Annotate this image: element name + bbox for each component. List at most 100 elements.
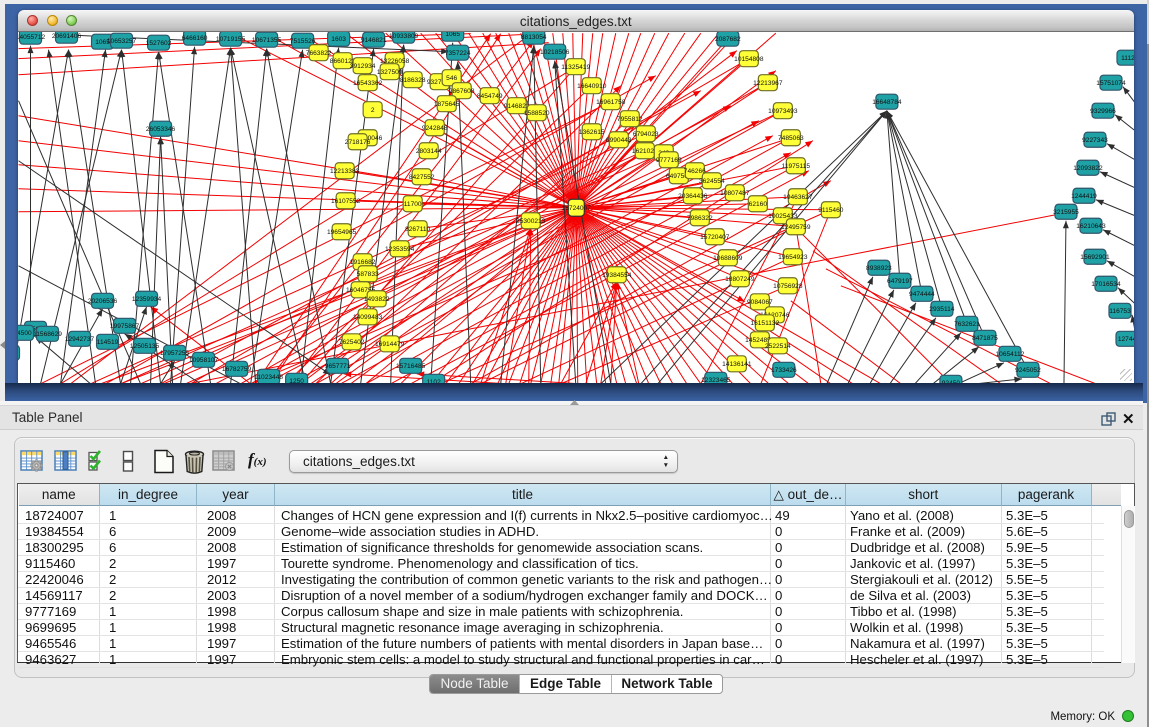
svg-text:7986322: 7986322 xyxy=(686,214,712,221)
svg-text:12505135: 12505135 xyxy=(129,343,159,350)
svg-text:1588520: 1588520 xyxy=(523,109,549,116)
svg-text:2803144: 2803144 xyxy=(415,147,441,154)
svg-text:19384554: 19384554 xyxy=(602,271,632,278)
svg-text:84500: 84500 xyxy=(18,330,32,337)
svg-text:10654112: 10654112 xyxy=(995,351,1024,358)
svg-text:17957255: 17957255 xyxy=(159,350,189,357)
svg-text:2867608: 2867608 xyxy=(448,87,474,94)
svg-text:10933809: 10933809 xyxy=(389,32,419,39)
svg-text:12213383: 12213383 xyxy=(329,167,359,174)
svg-text:12942737: 12942737 xyxy=(64,336,94,343)
svg-text:15716485: 15716485 xyxy=(396,363,426,370)
svg-text:9329966: 9329966 xyxy=(1090,107,1116,114)
svg-text:10653257: 10653257 xyxy=(106,37,136,44)
svg-text:8267110: 8267110 xyxy=(405,225,431,232)
svg-text:8813054: 8813054 xyxy=(520,33,546,40)
svg-text:2522514: 2522514 xyxy=(765,343,791,350)
svg-text:10688609: 10688609 xyxy=(713,254,743,261)
svg-text:7955812: 7955812 xyxy=(616,115,642,122)
svg-text:6466160: 6466160 xyxy=(181,34,207,41)
svg-text:7632621: 7632621 xyxy=(954,321,980,328)
svg-text:7625402: 7625402 xyxy=(338,339,364,346)
svg-text:25300213: 25300213 xyxy=(516,217,546,224)
svg-text:116753: 116753 xyxy=(1109,307,1131,314)
svg-text:26053346: 26053346 xyxy=(145,125,175,132)
svg-text:9084067: 9084067 xyxy=(746,298,772,305)
svg-text:18724007: 18724007 xyxy=(561,204,591,211)
svg-text:10719155: 10719155 xyxy=(215,35,245,42)
svg-text:9146821: 9146821 xyxy=(360,36,386,43)
svg-text:1493822: 1493822 xyxy=(363,295,389,302)
svg-text:2935114: 2935114 xyxy=(929,305,955,312)
svg-text:1875645: 1875645 xyxy=(433,100,459,107)
svg-text:11700: 11700 xyxy=(403,200,421,207)
svg-text:20206536: 20206536 xyxy=(87,297,117,304)
svg-text:6794023: 6794023 xyxy=(632,130,658,137)
svg-text:16107552: 16107552 xyxy=(330,197,360,204)
svg-text:18807249: 18807249 xyxy=(725,275,755,282)
svg-text:9657771: 9657771 xyxy=(324,363,350,370)
svg-text:19654923: 19654923 xyxy=(778,253,808,260)
svg-text:16543362: 16543362 xyxy=(352,79,382,86)
svg-text:15720407: 15720407 xyxy=(700,233,730,240)
svg-text:16648784: 16648784 xyxy=(872,98,902,105)
svg-text:6479197: 6479197 xyxy=(887,277,913,284)
svg-text:1362615: 1362615 xyxy=(578,128,604,135)
svg-text:3912934: 3912934 xyxy=(349,62,375,69)
svg-text:11975115: 11975115 xyxy=(781,162,810,169)
svg-text:10756928: 10756928 xyxy=(773,282,803,289)
svg-text:16782759: 16782759 xyxy=(221,366,251,373)
svg-text:10218506: 10218506 xyxy=(540,48,570,55)
svg-text:3624554: 3624554 xyxy=(698,177,724,184)
svg-text:114519: 114519 xyxy=(96,339,118,346)
svg-text:1327509: 1327509 xyxy=(376,68,402,75)
svg-text:9777169: 9777169 xyxy=(655,156,681,163)
svg-text:12213967: 12213967 xyxy=(753,79,783,86)
svg-text:16961758: 16961758 xyxy=(596,98,626,105)
svg-text:8427552: 8427552 xyxy=(408,173,434,180)
svg-text:20364436: 20364436 xyxy=(678,192,708,199)
svg-text:2: 2 xyxy=(370,106,374,113)
svg-text:19654965: 19654965 xyxy=(326,228,356,235)
svg-text:9115460: 9115460 xyxy=(818,206,844,213)
svg-text:14136141: 14136141 xyxy=(722,361,752,368)
svg-text:9146821: 9146821 xyxy=(503,102,529,109)
svg-text:1244419: 1244419 xyxy=(1071,192,1097,199)
svg-text:10807487: 10807487 xyxy=(720,189,750,196)
svg-text:20691406: 20691406 xyxy=(51,32,81,39)
svg-text:1916682: 1916682 xyxy=(349,258,375,265)
svg-text:14055712: 14055712 xyxy=(18,33,46,40)
svg-text:12744: 12744 xyxy=(1117,336,1134,343)
svg-text:546: 546 xyxy=(446,74,457,81)
svg-text:15751074: 15751074 xyxy=(1096,79,1126,86)
svg-text:19463627: 19463627 xyxy=(783,193,813,200)
svg-text:12359934: 12359934 xyxy=(131,295,161,302)
svg-text:10973493: 10973493 xyxy=(768,107,798,114)
svg-text:7357224: 7357224 xyxy=(444,49,470,56)
svg-text:3215955: 3215955 xyxy=(1053,208,1079,215)
svg-text:9227343: 9227343 xyxy=(1082,136,1108,143)
svg-text:10671355: 10671355 xyxy=(251,36,281,43)
svg-text:7515526: 7515526 xyxy=(289,37,315,44)
svg-text:587833: 587833 xyxy=(356,270,378,277)
svg-text:1112: 1112 xyxy=(1121,54,1134,61)
svg-text:19975867: 19975867 xyxy=(109,323,139,330)
svg-text:15692901: 15692901 xyxy=(1080,253,1110,260)
svg-text:12093822: 12093822 xyxy=(1073,164,1103,171)
svg-text:10154808: 10154808 xyxy=(734,55,764,62)
svg-text:11023448: 11023448 xyxy=(254,374,283,381)
svg-text:9242848: 9242848 xyxy=(421,124,447,131)
svg-text:1733426: 1733426 xyxy=(771,367,797,374)
svg-text:2087682: 2087682 xyxy=(714,35,740,42)
svg-text:8990443: 8990443 xyxy=(605,136,631,143)
svg-text:12495759: 12495759 xyxy=(781,223,811,230)
svg-text:8471875: 8471875 xyxy=(972,335,998,342)
svg-text:11325419: 11325419 xyxy=(561,63,590,70)
svg-text:16151132: 16151132 xyxy=(750,320,779,327)
svg-text:14099483: 14099483 xyxy=(352,313,382,320)
svg-text:7485063: 7485063 xyxy=(778,134,804,141)
svg-text:8454749: 8454749 xyxy=(476,92,502,99)
svg-text:1065: 1065 xyxy=(445,32,460,38)
svg-text:12353594: 12353594 xyxy=(384,245,414,252)
svg-text:10958107: 10958107 xyxy=(188,357,218,364)
